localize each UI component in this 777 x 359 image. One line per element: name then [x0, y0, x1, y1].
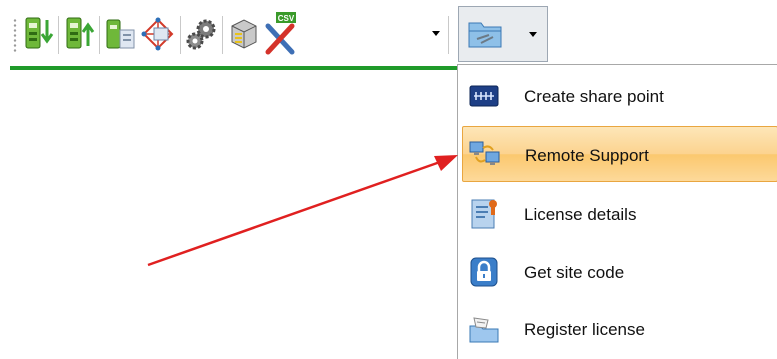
annotation-arrow	[147, 155, 458, 267]
